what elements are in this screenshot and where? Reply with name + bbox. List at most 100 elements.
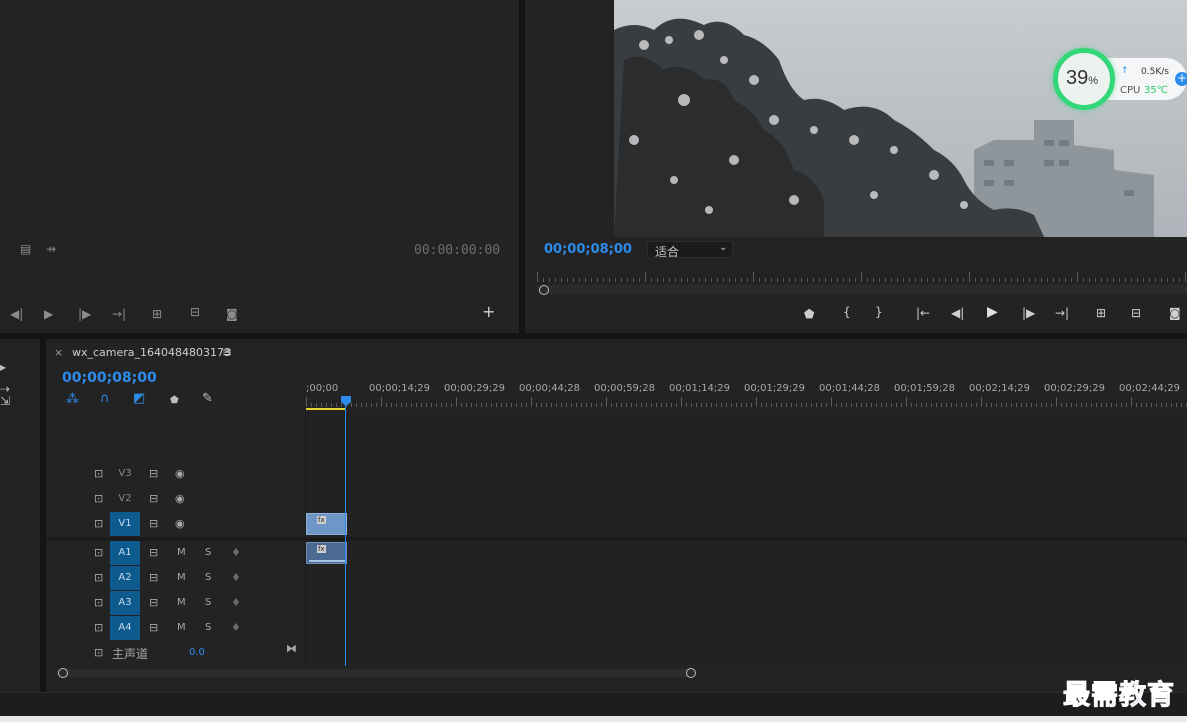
go-to-out-icon[interactable]: →| (1055, 307, 1069, 319)
sequence-tab-name[interactable]: wx_camera_1640484803173 (72, 346, 231, 359)
sync-lock-icon[interactable]: ⊟ (149, 547, 158, 559)
track-name-a4[interactable]: A4 (110, 616, 140, 640)
sync-lock-icon[interactable]: ⊟ (149, 493, 158, 505)
widget-expand-icon[interactable]: + (1175, 72, 1187, 86)
mic-icon[interactable]: ♦ (231, 572, 241, 584)
cpu-monitor-widget[interactable]: 39% ↑ 0.5K/s CPU 35℃ + (1053, 48, 1187, 110)
step-back-icon[interactable]: ◀| (951, 307, 964, 319)
go-to-in-icon[interactable]: |← (916, 307, 930, 319)
mute-button[interactable]: M (177, 623, 186, 633)
step-back-icon[interactable]: ◀| (10, 308, 23, 320)
source-timecode[interactable]: 00:00:00:00 (414, 243, 500, 258)
solo-button[interactable]: S (205, 598, 211, 608)
program-scroll-track[interactable] (537, 285, 1187, 294)
ruler-tick (825, 278, 826, 282)
linked-selection-icon[interactable]: ◩ (133, 392, 145, 405)
playhead-line[interactable] (345, 404, 346, 666)
lock-icon[interactable]: ⊡ (94, 468, 103, 480)
mute-button[interactable]: M (177, 548, 186, 558)
timeline-scroll-track[interactable] (56, 669, 696, 677)
track-lane[interactable] (306, 462, 1187, 486)
track-name-v3[interactable]: V3 (110, 462, 140, 486)
add-button-icon[interactable]: + (482, 304, 495, 320)
export-frame-icon[interactable]: ◙ (226, 308, 238, 320)
go-to-out-icon[interactable]: →| (112, 308, 126, 320)
ripple-tool-icon[interactable]: ⇲ (0, 395, 10, 407)
eye-icon[interactable]: ◉ (175, 518, 185, 530)
tab-menu-icon[interactable]: ≡ (222, 345, 232, 359)
lock-icon[interactable]: ⊡ (94, 572, 103, 584)
track-lane[interactable] (306, 616, 1187, 640)
track-lane[interactable] (306, 641, 1187, 665)
play-icon[interactable]: ▶ (44, 308, 53, 320)
track-name-a3[interactable]: A3 (110, 591, 140, 615)
program-mini-ruler[interactable] (537, 270, 1187, 284)
video-clip[interactable]: fx (306, 513, 347, 535)
lock-icon[interactable]: ⊡ (94, 622, 103, 634)
step-forward-icon[interactable]: |▶ (1022, 307, 1035, 319)
add-marker-icon[interactable]: ⬟ (804, 308, 814, 320)
wrench-icon[interactable]: ✎ (202, 392, 213, 405)
solo-button[interactable]: S (205, 548, 211, 558)
lock-icon[interactable]: ⊡ (94, 647, 103, 659)
close-tab-icon[interactable]: × (54, 346, 63, 359)
lock-icon[interactable]: ⊡ (94, 547, 103, 559)
ruler-tick (747, 278, 748, 282)
mic-icon[interactable]: ♦ (231, 622, 241, 634)
track-lane[interactable]: fx (306, 541, 1187, 565)
insert-icon[interactable]: ⊞ (152, 308, 162, 320)
sync-lock-icon[interactable]: ⊟ (149, 597, 158, 609)
ruler-tick (627, 278, 628, 282)
track-lane[interactable] (306, 591, 1187, 615)
track-lane[interactable] (306, 566, 1187, 590)
track-lane[interactable]: fx (306, 512, 1187, 536)
track-name-v1[interactable]: V1 (110, 512, 140, 536)
lock-icon[interactable]: ⊡ (94, 493, 103, 505)
bowtie-icon[interactable]: ⧓ (286, 643, 297, 655)
sync-lock-icon[interactable]: ⊟ (149, 468, 158, 480)
play-icon[interactable]: ▶ (987, 305, 998, 319)
nest-icon[interactable]: ⁂ (66, 393, 79, 406)
mic-icon[interactable]: ♦ (231, 597, 241, 609)
timeline-scroll-end-handle[interactable] (686, 668, 696, 678)
track-name-a1[interactable]: A1 (110, 541, 140, 565)
audio-clip[interactable]: fx (306, 542, 347, 564)
mute-button[interactable]: M (177, 573, 186, 583)
timeline-ruler[interactable]: ;00;00 00;00;14;29 00;00;29;29 00;00;44;28 0… (306, 379, 1187, 411)
lift-icon[interactable]: ⊞ (1096, 307, 1106, 319)
add-marker-icon[interactable]: ⬟ (170, 395, 179, 407)
step-forward-icon[interactable]: |▶ (78, 308, 91, 320)
timeline-timecode[interactable]: 00;00;08;00 (62, 370, 157, 386)
selection-tool-icon[interactable]: ▸ (0, 361, 6, 373)
lock-icon[interactable]: ⊡ (94, 597, 103, 609)
master-volume-value[interactable]: 0.0 (189, 647, 205, 658)
program-scroll-handle[interactable] (539, 285, 549, 295)
lock-icon[interactable]: ⊡ (94, 518, 103, 530)
overwrite-icon[interactable]: ⊟ (190, 306, 200, 318)
drag-video-icon[interactable]: ⇸ (46, 243, 56, 255)
solo-button[interactable]: S (205, 623, 211, 633)
mark-in-icon[interactable]: { (843, 306, 851, 318)
eye-icon[interactable]: ◉ (175, 493, 185, 505)
export-frame-icon[interactable]: ◙ (1169, 307, 1181, 319)
program-monitor-panel: 39% ↑ 0.5K/s CPU 35℃ + 00;00;08;00 适合 ⌄ … (525, 0, 1187, 333)
program-timecode[interactable]: 00;00;08;00 (544, 242, 632, 257)
timeline-scroll-start-handle[interactable] (58, 668, 68, 678)
sync-lock-icon[interactable]: ⊟ (149, 622, 158, 634)
ruler-tick (706, 403, 707, 407)
track-name-a2[interactable]: A2 (110, 566, 140, 590)
eye-icon[interactable]: ◉ (175, 468, 185, 480)
sync-lock-icon[interactable]: ⊟ (149, 518, 158, 530)
track-name-v2[interactable]: V2 (110, 487, 140, 511)
track-lane[interactable] (306, 487, 1187, 511)
safe-margins-icon[interactable]: ▤ (20, 243, 31, 255)
work-area-bar[interactable] (306, 408, 346, 410)
mute-button[interactable]: M (177, 598, 186, 608)
snap-magnet-icon[interactable]: ∩ (100, 392, 110, 405)
mark-out-icon[interactable]: } (875, 306, 883, 318)
mic-icon[interactable]: ♦ (231, 547, 241, 559)
sync-lock-icon[interactable]: ⊟ (149, 572, 158, 584)
extract-icon[interactable]: ⊟ (1131, 307, 1141, 319)
solo-button[interactable]: S (205, 573, 211, 583)
zoom-select[interactable]: 适合 ⌄ (647, 241, 733, 259)
